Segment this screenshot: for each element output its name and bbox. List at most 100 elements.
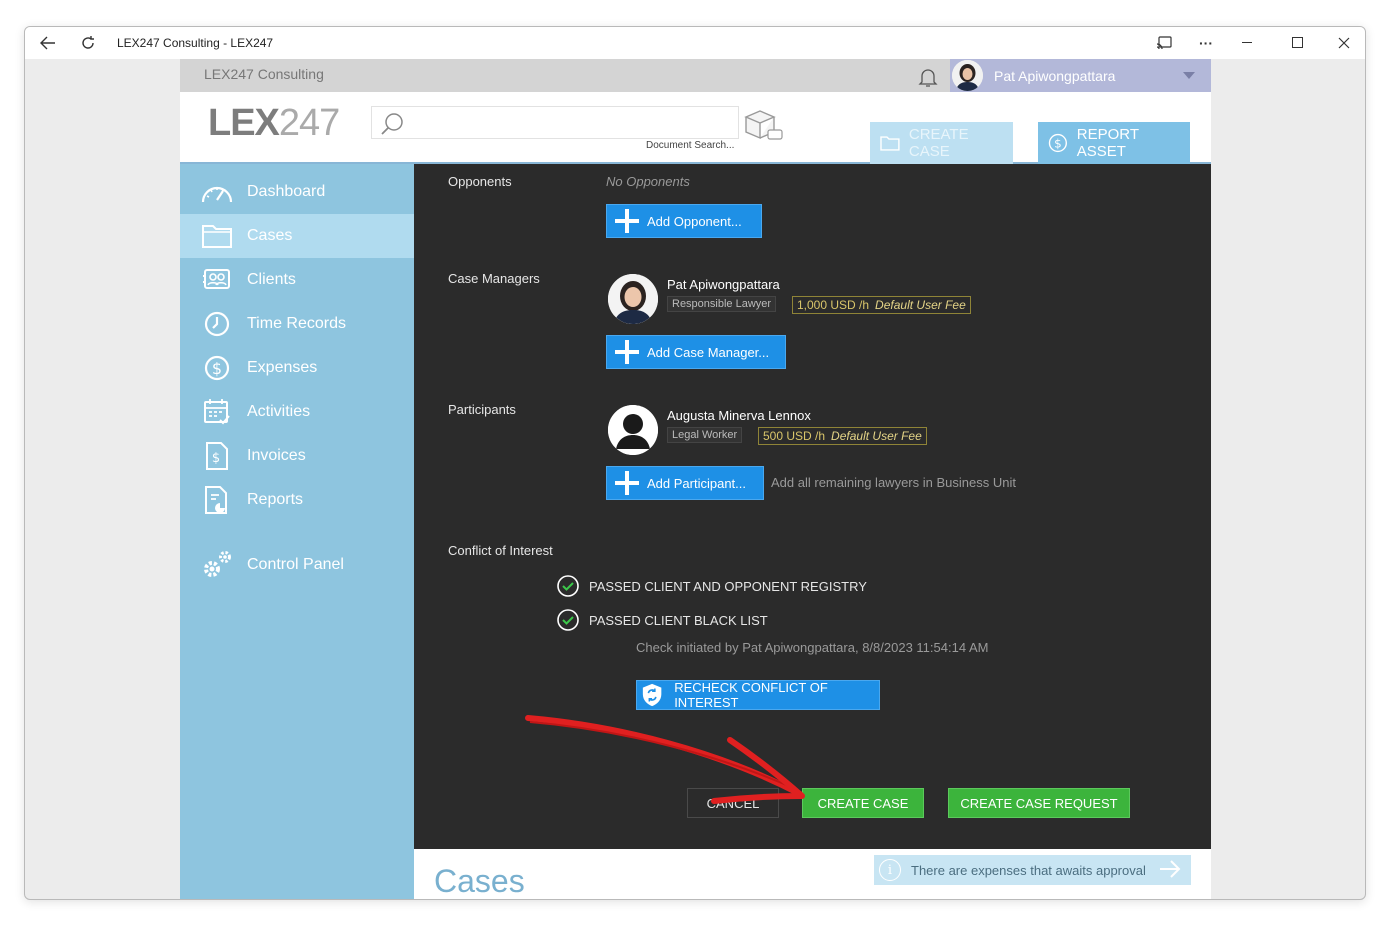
shield-refresh-icon (642, 683, 662, 707)
sidebar-item-time-records[interactable]: Time Records (180, 302, 414, 346)
package-icon[interactable] (742, 108, 784, 147)
refresh-icon[interactable] (73, 27, 103, 59)
plus-icon (614, 470, 640, 496)
org-name: LEX247 Consulting (204, 66, 324, 82)
sidebar: Dashboard Cases Clients Time Records $ E… (180, 164, 414, 899)
more-icon[interactable]: ··· (1191, 27, 1221, 59)
svg-text:$: $ (212, 451, 220, 466)
add-participant-button[interactable]: Add Participant... (606, 466, 764, 500)
avatar (608, 405, 658, 455)
fee-amount: 1,000 USD /h (797, 298, 870, 312)
clients-icon (199, 265, 235, 295)
close-icon[interactable] (1329, 27, 1359, 59)
plus-icon (614, 339, 640, 365)
report-icon (199, 485, 235, 515)
user-menu[interactable]: Pat Apiwongpattara (950, 59, 1211, 92)
add-case-manager-label: Add Case Manager... (647, 344, 770, 360)
app-window: LEX247 Consulting - LEX247 ··· LEX247 Co… (24, 26, 1366, 900)
check-initiated-text: Check initiated by Pat Apiwongpattara, 8… (636, 640, 989, 655)
folder-icon (199, 221, 235, 251)
top-bar: LEX247 Consulting Pat Apiwongpattara (180, 59, 1211, 92)
invoice-icon: $ (199, 441, 235, 471)
sidebar-item-label: Activities (247, 403, 311, 420)
back-icon[interactable] (33, 27, 63, 59)
opponents-label: Opponents (448, 174, 512, 189)
sidebar-item-label: Time Records (247, 315, 346, 332)
add-all-lawyers-link[interactable]: Add all remaining lawyers in Business Un… (771, 475, 1016, 490)
gauge-icon (199, 177, 235, 207)
no-opponents-text: No Opponents (606, 174, 690, 189)
add-opponent-label: Add Opponent... (647, 213, 742, 229)
plus-icon (614, 208, 640, 234)
minimize-icon[interactable] (1233, 27, 1263, 59)
app-content: LEX247 Consulting Pat Apiwongpattara LEX… (180, 59, 1211, 899)
logo: LEX247 (208, 102, 340, 144)
person-role: Responsible Lawyer (667, 296, 777, 312)
sidebar-item-invoices[interactable]: $ Invoices (180, 434, 414, 478)
app-header: LEX247 Document Search... CREATE CASE $ … (180, 92, 1211, 164)
fee-note: Default User Fee (875, 298, 966, 312)
title-bar: LEX247 Consulting - LEX247 ··· (25, 27, 1365, 59)
create-case-request-button[interactable]: CREATE CASE REQUEST (948, 788, 1130, 818)
maximize-icon[interactable] (1283, 27, 1313, 59)
fee-badge[interactable]: 1,000 USD /h Default User Fee (792, 296, 971, 314)
add-case-manager-button[interactable]: Add Case Manager... (606, 335, 786, 369)
sidebar-item-dashboard[interactable]: Dashboard (180, 170, 414, 214)
avatar (608, 274, 658, 324)
chevron-down-icon[interactable] (1183, 72, 1195, 79)
sidebar-item-label: Clients (247, 271, 296, 288)
create-case-top-label: CREATE CASE (908, 126, 969, 160)
recheck-label: RECHECK CONFLICT OF INTEREST (674, 680, 828, 710)
sidebar-item-label: Cases (247, 227, 293, 244)
sidebar-item-clients[interactable]: Clients (180, 258, 414, 302)
check-label: PASSED CLIENT BLACK LIST (589, 612, 768, 628)
check-circle-icon (557, 575, 579, 597)
fee-note: Default User Fee (831, 429, 922, 443)
dollar-icon: $ (199, 353, 235, 383)
conflict-check-blacklist: PASSED CLIENT BLACK LIST (556, 608, 768, 632)
add-opponent-button[interactable]: Add Opponent... (606, 204, 762, 238)
person-role: Legal Worker (667, 427, 743, 443)
conflict-of-interest-label: Conflict of Interest (448, 543, 553, 558)
page-title: Cases (434, 863, 525, 899)
window-title: LEX247 Consulting - LEX247 (117, 36, 274, 50)
create-case-top-button[interactable]: CREATE CASE (870, 122, 1013, 164)
calendar-icon (199, 397, 235, 427)
sidebar-item-cases[interactable]: Cases (180, 214, 414, 258)
conflict-check-registry: PASSED CLIENT AND OPPONENT REGISTRY (556, 574, 867, 598)
sidebar-item-control-panel[interactable]: Control Panel (180, 543, 414, 587)
person-name: Pat Apiwongpattara (667, 277, 780, 292)
cancel-button[interactable]: CANCEL (687, 788, 779, 818)
participants-label: Participants (448, 402, 516, 417)
user-name: Pat Apiwongpattara (994, 68, 1116, 84)
sidebar-item-label: Control Panel (247, 556, 344, 573)
expense-approval-notice[interactable]: i There are expenses that awaits approva… (874, 855, 1191, 885)
sidebar-item-label: Dashboard (247, 183, 326, 200)
sidebar-item-label: Reports (247, 491, 304, 508)
notice-text: There are expenses that awaits approval (911, 862, 1146, 878)
cast-icon[interactable] (1149, 27, 1179, 59)
arrow-right-icon[interactable] (1159, 859, 1181, 882)
fee-badge[interactable]: 500 USD /h Default User Fee (758, 427, 927, 445)
sidebar-item-expenses[interactable]: $ Expenses (180, 346, 414, 390)
check-circle-icon (557, 609, 579, 631)
create-case-button[interactable]: CREATE CASE (802, 788, 924, 818)
person-name: Augusta Minerva Lennox (667, 408, 811, 423)
clock-icon (199, 309, 235, 339)
sidebar-item-reports[interactable]: Reports (180, 478, 414, 522)
svg-text:$: $ (1054, 136, 1062, 150)
sidebar-item-activities[interactable]: Activities (180, 390, 414, 434)
check-label: PASSED CLIENT AND OPPONENT REGISTRY (589, 578, 867, 594)
avatar (952, 60, 983, 91)
search-input[interactable] (371, 106, 739, 139)
page-header: Cases i There are expenses that awaits a… (414, 849, 1211, 899)
recheck-conflict-button[interactable]: RECHECK CONFLICT OF INTEREST (636, 680, 880, 710)
bell-icon[interactable] (916, 65, 940, 94)
case-form: Opponents No Opponents Add Opponent... C… (414, 164, 1211, 849)
report-asset-button[interactable]: $ REPORT ASSET (1038, 122, 1190, 164)
search-icon (378, 111, 406, 142)
case-managers-label: Case Managers (448, 271, 540, 286)
fee-amount: 500 USD /h (763, 429, 826, 443)
sidebar-item-label: Expenses (247, 359, 318, 376)
gears-icon (199, 550, 235, 580)
